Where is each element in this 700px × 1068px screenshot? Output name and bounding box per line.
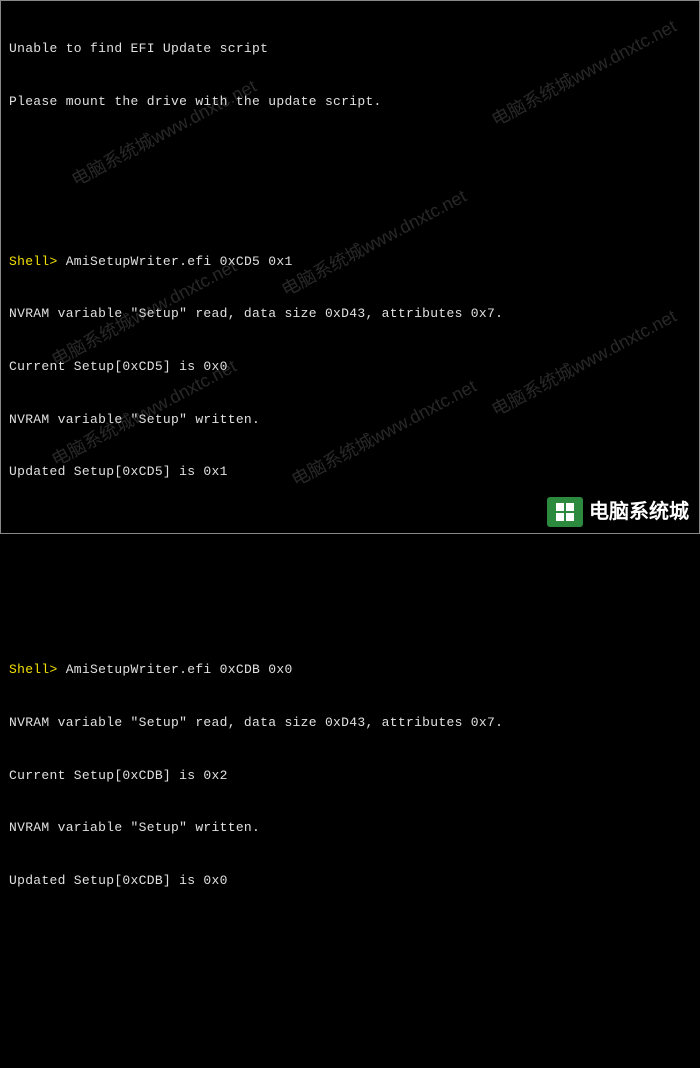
shell-prompt: Shell> [9,662,58,677]
shell-command: AmiSetupWriter.efi 0xCDB 0x0 [58,662,293,677]
command-block-1: Shell> AmiSetupWriter.efi 0xCD5 0x1 NVRA… [9,216,691,516]
command-block-2: Shell> AmiSetupWriter.efi 0xCDB 0x0 NVRA… [9,624,691,924]
shell-prompt-line[interactable]: Shell> AmiSetupWriter.efi 0xCD5 0x1 [9,253,691,271]
site-logo: 电脑系统城 [547,497,689,527]
output-line: NVRAM variable "Setup" read, data size 0… [9,714,691,732]
output-line: Updated Setup[0xCD5] is 0x1 [9,463,691,481]
logo-label: 电脑系统城 [589,499,689,526]
output-line: NVRAM variable "Setup" written. [9,819,691,837]
terminal-output: Unable to find EFI Update script Please … [9,5,691,1068]
header-line-1: Unable to find EFI Update script [9,40,691,58]
blank-line [9,145,691,163]
output-line: NVRAM variable "Setup" read, data size 0… [9,305,691,323]
shell-prompt-line[interactable]: Shell> AmiSetupWriter.efi 0xCDB 0x0 [9,661,691,679]
shell-prompt: Shell> [9,254,58,269]
output-line: Current Setup[0xCDB] is 0x2 [9,767,691,785]
shell-command: AmiSetupWriter.efi 0xCD5 0x1 [58,254,293,269]
command-block-3: Shell> AmiSetupWriter.efi 0xCDE 0x2 NVRA… [9,1033,691,1068]
header-line-2: Please mount the drive with the update s… [9,93,691,111]
blank-line [9,554,691,572]
output-line: Current Setup[0xCD5] is 0x0 [9,358,691,376]
output-line: NVRAM variable "Setup" written. [9,411,691,429]
blank-line [9,963,691,981]
logo-icon [547,497,583,527]
output-line: Updated Setup[0xCDB] is 0x0 [9,872,691,890]
